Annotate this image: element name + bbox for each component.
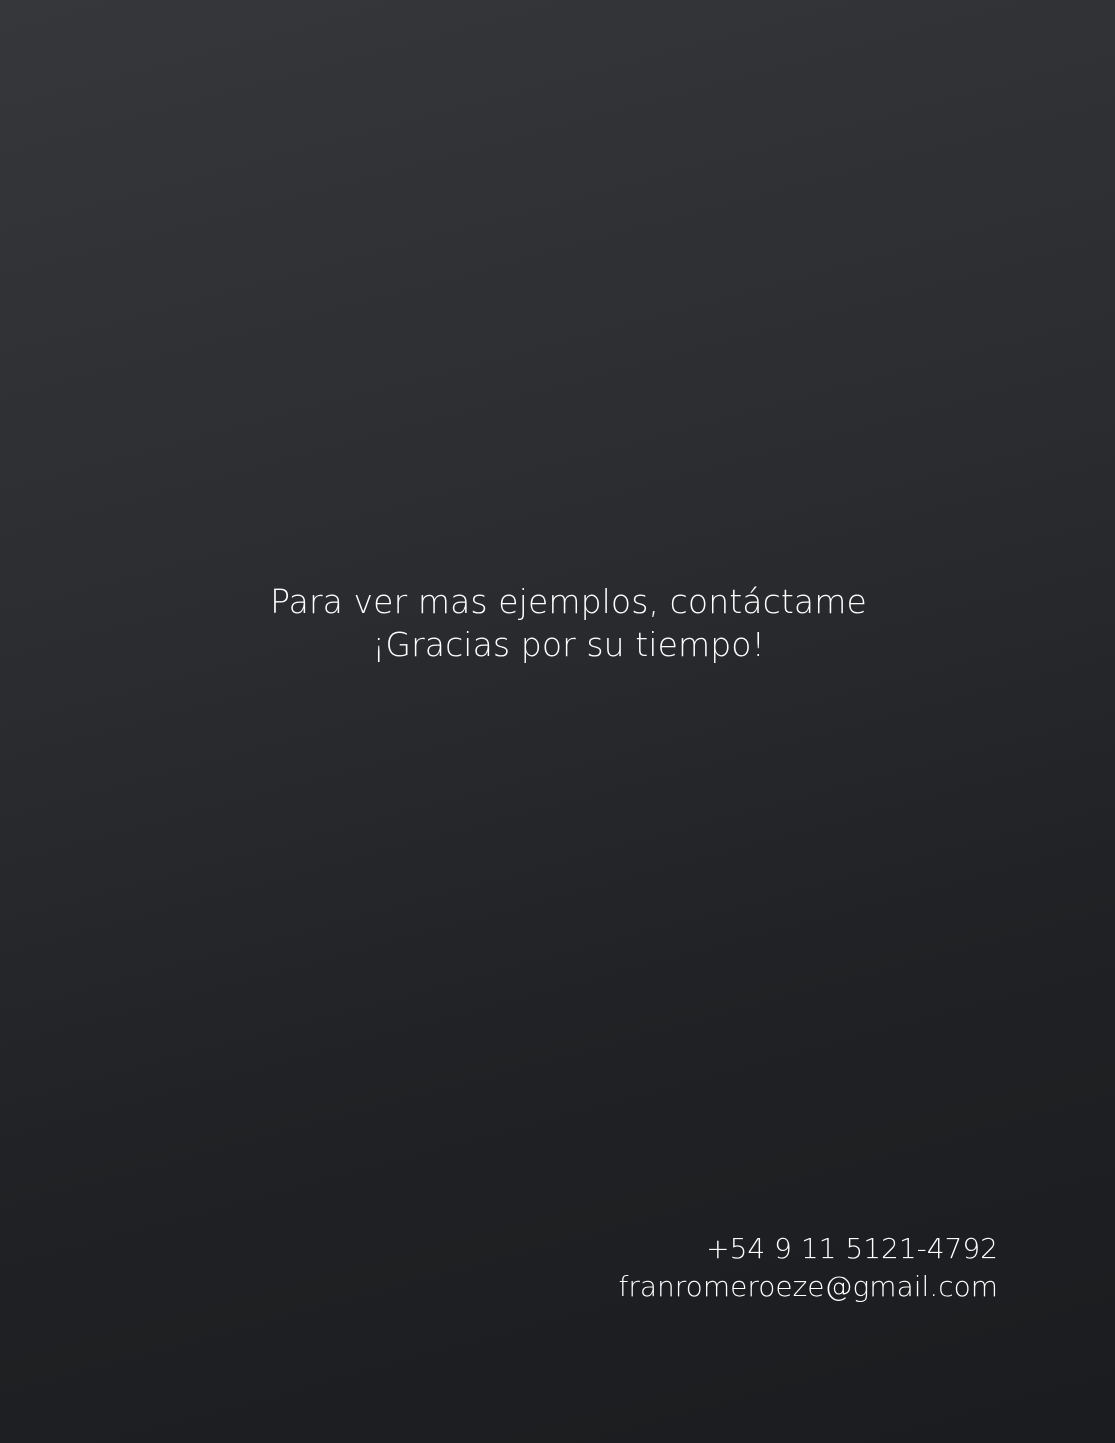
closing-message-line-2: ¡Gracias por su tiempo!: [372, 625, 765, 664]
contact-email[interactable]: franromeroeze@gmail.com: [619, 1268, 998, 1306]
closing-message-line-1: Para ver mas ejemplos, contáctame: [270, 582, 867, 621]
contact-phone[interactable]: +54 9 11 5121-4792: [619, 1230, 998, 1268]
closing-message: Para ver mas ejemplos, contáctame ¡Graci…: [0, 580, 1115, 666]
contact-info: +54 9 11 5121-4792 franromeroeze@gmail.c…: [619, 1230, 998, 1306]
closing-page: Para ver mas ejemplos, contáctame ¡Graci…: [0, 0, 1115, 1443]
